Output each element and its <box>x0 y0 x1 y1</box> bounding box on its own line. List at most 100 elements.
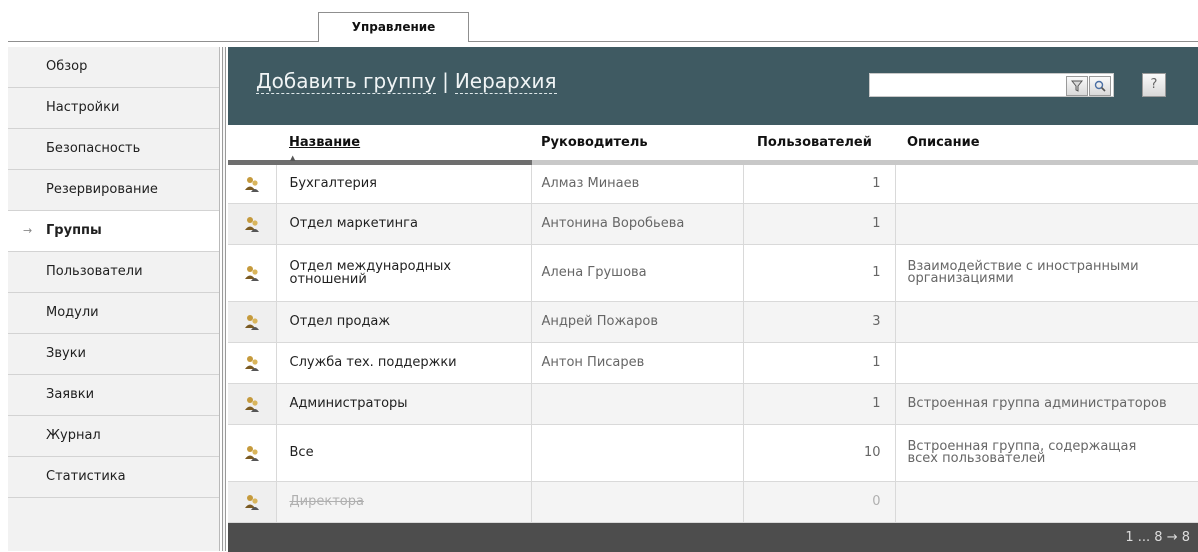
group-name[interactable]: Отдел международных отношений <box>276 244 532 302</box>
group-name[interactable]: Все <box>276 424 532 482</box>
table-row[interactable]: Бухгалтерия Алмаз Минаев 1 <box>228 162 1198 204</box>
search-input[interactable] <box>874 75 1054 95</box>
group-users-icon <box>244 494 259 510</box>
group-users-icon <box>244 396 259 412</box>
group-description: Встроенная группа администраторов <box>895 383 1198 425</box>
sidebar-item-label: Обзор <box>46 59 88 74</box>
magnifier-icon[interactable] <box>1089 76 1111 96</box>
group-users-icon <box>244 265 259 281</box>
sidebar-item-log[interactable]: Журнал <box>8 416 219 457</box>
panel-header: Добавить группу | Иерархия ? <box>228 47 1198 125</box>
group-description <box>895 301 1198 343</box>
sidebar-item-label: Заявки <box>46 387 95 402</box>
column-header-description[interactable]: Описание <box>895 125 1198 165</box>
active-arrow-icon: → <box>23 224 33 237</box>
group-user-count: 1 <box>743 383 896 425</box>
group-manager: Антон Писарев <box>531 342 744 384</box>
table-row[interactable]: Отдел маркетинга Антонина Воробьева 1 <box>228 203 1198 245</box>
group-icon-cell <box>228 342 277 384</box>
sidebar-item-label: Журнал <box>46 428 101 443</box>
column-label: Описание <box>907 134 980 150</box>
group-users-icon <box>244 314 259 330</box>
icon-column-header <box>228 125 276 165</box>
search-box <box>869 73 1114 97</box>
group-description <box>895 342 1198 384</box>
group-name[interactable]: Администраторы <box>276 383 532 425</box>
group-icon-cell <box>228 203 277 245</box>
group-user-count: 0 <box>743 481 896 523</box>
help-button[interactable]: ? <box>1142 73 1166 97</box>
sidebar-item-users[interactable]: Пользователи <box>8 252 219 293</box>
group-user-count: 1 <box>743 244 896 302</box>
sidebar-item-label: Настройки <box>46 100 120 115</box>
sidebar-item-label: Модули <box>46 305 99 320</box>
sort-by-name-link[interactable]: Название <box>289 135 360 150</box>
group-icon-cell <box>228 162 277 204</box>
column-header-name[interactable]: Название ▲ <box>276 125 531 165</box>
table-row[interactable]: Администраторы 1 Встроенная группа админ… <box>228 383 1198 425</box>
pagination-bar: 1 ... 8 → 8 <box>228 522 1198 552</box>
group-name[interactable]: Директора <box>276 481 532 523</box>
group-user-count: 1 <box>743 203 896 245</box>
sidebar-item-requests[interactable]: Заявки <box>8 375 219 416</box>
group-icon-cell <box>228 244 277 302</box>
group-manager: Алмаз Минаев <box>531 162 744 204</box>
sidebar-item-settings[interactable]: Настройки <box>8 88 219 129</box>
sidebar-item-label: Статистика <box>46 469 126 484</box>
sidebar-item-groups[interactable]: → Группы <box>8 211 219 252</box>
tab-bar-line <box>8 41 1198 42</box>
group-users-icon <box>244 176 259 192</box>
group-name[interactable]: Бухгалтерия <box>276 162 532 204</box>
group-manager <box>531 424 744 482</box>
sidebar-item-backup[interactable]: Резервирование <box>8 170 219 211</box>
sidebar-item-label: Пользователи <box>46 264 143 279</box>
group-user-count: 10 <box>743 424 896 482</box>
top-tab-bar: Управление <box>0 0 1198 44</box>
group-icon-cell <box>228 301 277 343</box>
group-name[interactable]: Отдел маркетинга <box>276 203 532 245</box>
table-row[interactable]: Служба тех. поддержки Антон Писарев 1 <box>228 342 1198 384</box>
group-users-icon <box>244 355 259 371</box>
sidebar-item-sounds[interactable]: Звуки <box>8 334 219 375</box>
group-manager: Антонина Воробьева <box>531 203 744 245</box>
tab-management[interactable]: Управление <box>318 12 469 42</box>
filter-icon[interactable] <box>1066 76 1088 96</box>
column-header-users[interactable]: Пользователей <box>743 125 895 165</box>
link-separator: | <box>442 69 449 93</box>
sidebar-item-label: Безопасность <box>46 141 141 156</box>
sidebar-item-security[interactable]: Безопасность <box>8 129 219 170</box>
sidebar-item-label: Группы <box>46 223 102 238</box>
group-users-icon <box>244 216 259 232</box>
group-icon-cell <box>228 481 277 523</box>
panel-splitter[interactable] <box>222 47 226 551</box>
group-name[interactable]: Служба тех. поддержки <box>276 342 532 384</box>
table-row[interactable]: Все 10 Встроенная группа, содержащая все… <box>228 424 1198 482</box>
group-description <box>895 203 1198 245</box>
sidebar-item-label: Звуки <box>46 346 86 361</box>
table-row[interactable]: Отдел международных отношений Алена Груш… <box>228 244 1198 302</box>
group-users-icon <box>244 445 259 461</box>
sidebar-item-label: Резервирование <box>46 182 158 197</box>
table-header-row: Название ▲ Руководитель Пользователей Оп… <box>228 125 1198 165</box>
group-description: Встроенная группа, содержащая всех польз… <box>895 424 1198 482</box>
add-group-link[interactable]: Добавить группу <box>256 69 437 94</box>
sidebar-item-overview[interactable]: Обзор <box>8 47 219 88</box>
table-row[interactable]: Директора 0 <box>228 481 1198 523</box>
main-panel: Добавить группу | Иерархия ? Название ▲ … <box>228 47 1198 552</box>
group-user-count: 1 <box>743 342 896 384</box>
sort-ascending-icon: ▲ <box>290 153 296 162</box>
sidebar-item-statistics[interactable]: Статистика <box>8 457 219 498</box>
group-manager <box>531 481 744 523</box>
hierarchy-link[interactable]: Иерархия <box>454 69 557 94</box>
table-row[interactable]: Отдел продаж Андрей Пожаров 3 <box>228 301 1198 343</box>
group-user-count: 1 <box>743 162 896 204</box>
group-manager <box>531 383 744 425</box>
group-name[interactable]: Отдел продаж <box>276 301 532 343</box>
group-icon-cell <box>228 424 277 482</box>
group-description: Взаимодействие с иностранными организаци… <box>895 244 1198 302</box>
column-header-manager[interactable]: Руководитель <box>531 125 743 165</box>
sidebar-nav: Обзор Настройки Безопасность Резервирова… <box>8 47 220 551</box>
header-links: Добавить группу | Иерархия <box>256 69 557 94</box>
pagination-text[interactable]: 1 ... 8 → 8 <box>1125 530 1190 545</box>
sidebar-item-modules[interactable]: Модули <box>8 293 219 334</box>
